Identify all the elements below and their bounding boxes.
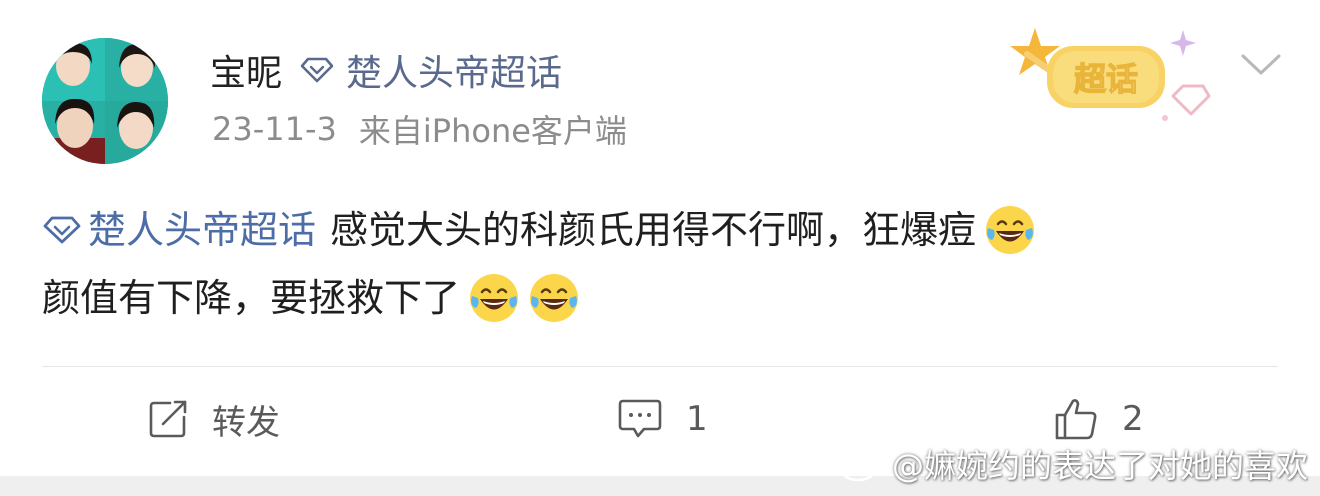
chevron-down-icon[interactable] <box>1240 52 1282 78</box>
laughing-tears-emoji-icon <box>530 274 579 322</box>
comment-icon <box>618 399 662 438</box>
thumbs-up-icon <box>1055 399 1097 440</box>
divider <box>42 366 1278 367</box>
topic-name-header: 楚人头帝超话 <box>346 53 563 94</box>
diamond-icon <box>300 57 334 83</box>
comment-count: 1 <box>686 399 708 439</box>
weibo-logo-icon <box>839 449 883 482</box>
content-text-2: 颜值有下降，要拯救下了 <box>42 276 461 320</box>
content-text-1: 感觉大头的科颜氏用得不行啊，狂爆痘 <box>330 208 977 252</box>
watermark-text: @嫲婉约的表达了对她的喜欢 <box>891 447 1308 485</box>
laughing-tears-emoji-icon <box>986 206 1035 254</box>
badge-label: 超话 <box>1074 60 1138 98</box>
content-line-1: 楚人头帝超话 感觉大头的科颜氏用得不行啊，狂爆痘 <box>42 196 1282 264</box>
content-line-2: 颜值有下降，要拯救下了 <box>42 264 1282 332</box>
post-meta: 23-11-3 来自iPhone客户端 <box>212 106 627 152</box>
topic-name-content: 楚人头帝超话 <box>88 208 317 252</box>
post-source: 来自iPhone客户端 <box>358 112 627 150</box>
post-header: 宝昵 楚人头帝超话 <box>210 46 562 94</box>
repost-icon <box>149 400 187 438</box>
repost-label: 转发 <box>212 402 280 443</box>
post-content: 楚人头帝超话 感觉大头的科颜氏用得不行啊，狂爆痘 颜值有下降，要拯救下了 <box>42 196 1282 332</box>
like-button[interactable]: 2 <box>1054 392 1144 446</box>
like-count: 2 <box>1122 399 1144 439</box>
username[interactable]: 宝昵 <box>210 44 282 96</box>
repost-button[interactable]: 转发 <box>148 392 280 446</box>
watermark: @嫲婉约的表达了对她的喜欢 <box>838 442 1308 486</box>
super-topic-badge[interactable]: 超话 <box>1005 18 1215 128</box>
topic-link-header[interactable]: 楚人头帝超话 <box>300 44 562 96</box>
laughing-tears-emoji-icon <box>470 274 519 322</box>
topic-link-content[interactable]: 楚人头帝超话 <box>42 196 316 264</box>
comment-button[interactable]: 1 <box>618 392 708 446</box>
diamond-icon <box>43 216 81 244</box>
post-date: 23-11-3 <box>212 110 337 148</box>
avatar[interactable] <box>42 38 168 164</box>
